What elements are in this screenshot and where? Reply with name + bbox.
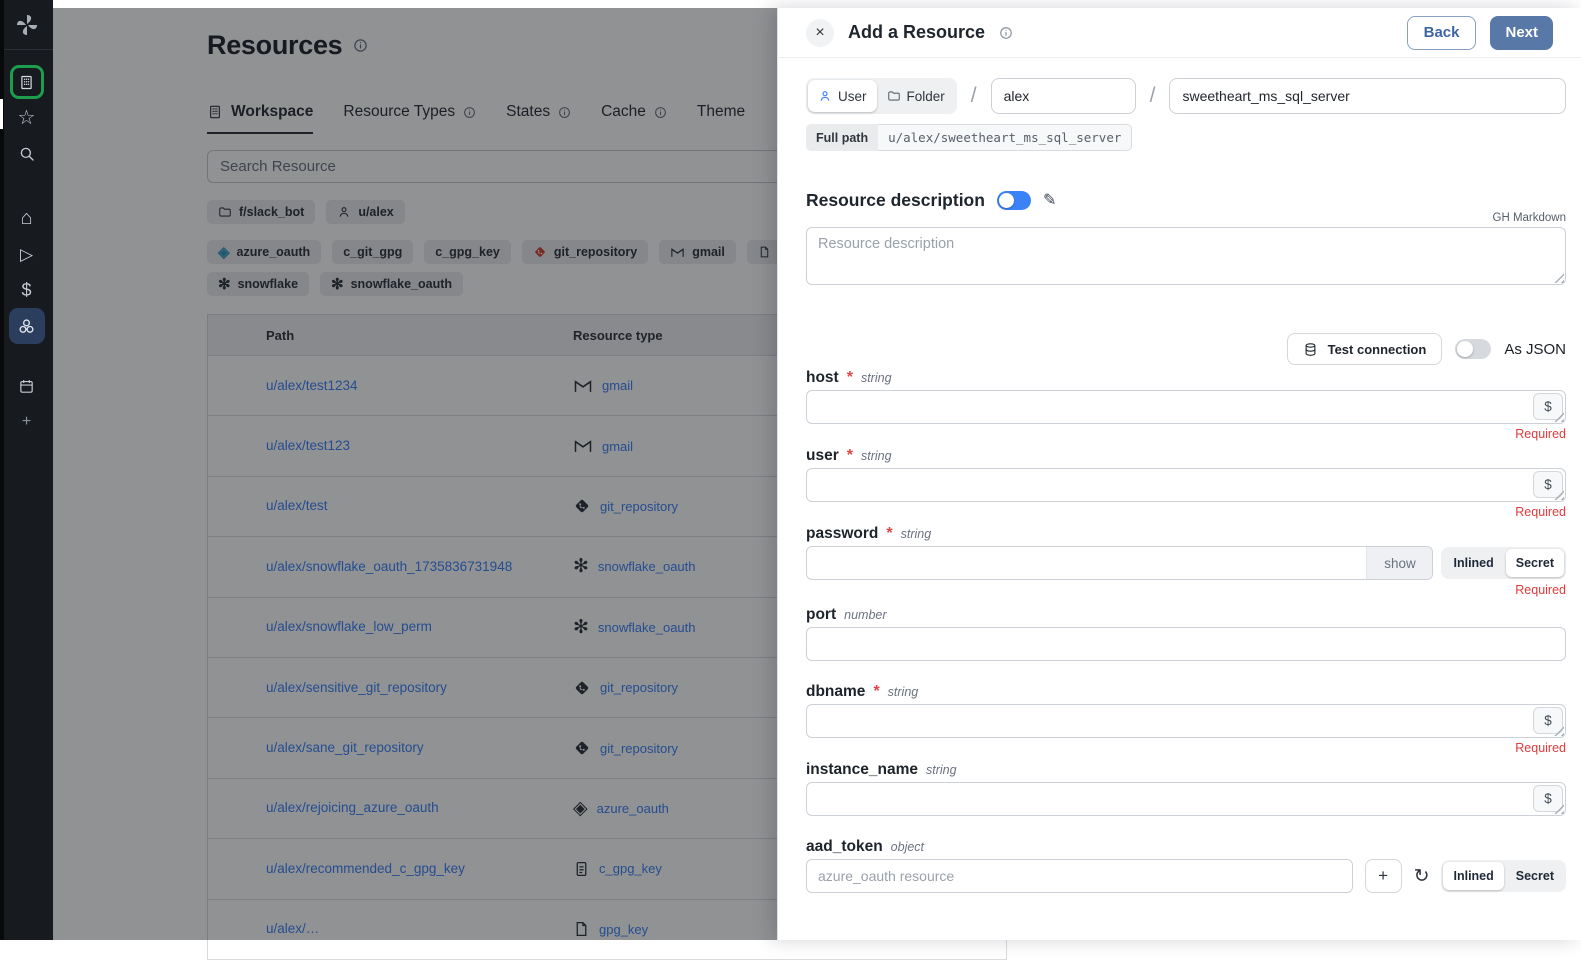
owner-kind-toggle: User Folder	[806, 78, 957, 114]
nav-home[interactable]: ⌂	[9, 200, 45, 236]
password-storage-toggle: Inlined Secret	[1441, 547, 1566, 579]
field-label-port: port number	[806, 606, 1553, 624]
required-hint: Required	[806, 427, 1566, 442]
inlined-option[interactable]: Inlined	[1443, 862, 1503, 890]
variable-picker-button[interactable]: $	[1533, 393, 1563, 420]
star-icon: ☆	[18, 108, 36, 128]
info-icon[interactable]	[999, 26, 1013, 40]
sidebar: ☆ ⌂ ▷ $ +	[0, 0, 53, 940]
field-label-host: host* string	[806, 369, 1553, 387]
dbname-input[interactable]	[806, 704, 1566, 738]
path-name-input[interactable]	[1169, 78, 1566, 114]
dollar-icon: $	[21, 281, 31, 299]
owner-kind-folder[interactable]: Folder	[877, 80, 955, 112]
host-input[interactable]	[806, 390, 1566, 424]
drawer-header: × Add a Resource Back Next	[778, 8, 1581, 58]
instance-name-input[interactable]	[806, 782, 1566, 816]
required-hint: Required	[806, 505, 1566, 520]
refresh-icon[interactable]: ↻	[1414, 865, 1430, 888]
add-resource-drawer: × Add a Resource Back Next User Folder /…	[777, 8, 1581, 940]
test-connection-button[interactable]: Test connection	[1287, 333, 1443, 365]
path-owner-input[interactable]	[991, 78, 1136, 114]
description-toggle[interactable]	[997, 191, 1031, 210]
markdown-hint: GH Markdown	[806, 212, 1566, 227]
folder-icon	[887, 89, 901, 103]
drawer-title: Add a Resource	[848, 22, 985, 43]
description-heading: Resource description	[806, 190, 985, 211]
required-hint: Required	[806, 741, 1566, 756]
aad-token-input[interactable]	[806, 859, 1353, 893]
back-button[interactable]: Back	[1407, 16, 1477, 50]
description-header: Resource description ✎	[806, 189, 1553, 211]
required-hint: Required	[806, 583, 1566, 598]
nav-resources[interactable]	[9, 308, 45, 344]
nav-add[interactable]: +	[9, 404, 45, 440]
search-icon	[18, 145, 36, 163]
inlined-option[interactable]: Inlined	[1443, 549, 1503, 577]
nav-search[interactable]	[9, 136, 45, 172]
field-label-dbname: dbname* string	[806, 683, 1553, 701]
full-path-value: u/alex/sweetheart_ms_sql_server	[878, 124, 1132, 151]
pencil-icon[interactable]: ✎	[1043, 190, 1056, 210]
nav-schedules[interactable]	[9, 368, 45, 404]
aad-token-storage-toggle: Inlined Secret	[1441, 860, 1566, 892]
close-button[interactable]: ×	[806, 19, 834, 47]
play-icon: ▷	[20, 246, 33, 263]
field-label-aad-token: aad_token object	[806, 838, 1553, 856]
show-password-button[interactable]: show	[1366, 547, 1432, 579]
secret-option[interactable]: Secret	[1506, 549, 1564, 577]
description-textarea[interactable]	[806, 227, 1566, 285]
field-label-instance-name: instance_name string	[806, 761, 1553, 779]
field-label-password: password* string	[806, 525, 1553, 543]
nav-workspace[interactable]	[9, 64, 45, 100]
add-resource-button[interactable]: +	[1365, 859, 1402, 893]
user-input[interactable]	[806, 468, 1566, 502]
modal-dim-overlay[interactable]	[53, 8, 777, 940]
calendar-icon	[18, 378, 35, 395]
test-connection-row: Test connection As JSON	[806, 333, 1566, 365]
windmill-logo[interactable]	[0, 0, 53, 50]
as-json-toggle[interactable]	[1455, 339, 1491, 359]
nav-runs[interactable]: ▷	[9, 236, 45, 272]
user-icon	[818, 89, 832, 103]
as-json-label: As JSON	[1504, 341, 1566, 358]
next-button[interactable]: Next	[1490, 16, 1553, 50]
plus-icon: +	[22, 414, 31, 430]
full-path: Full path u/alex/sweetheart_ms_sql_serve…	[806, 124, 1132, 151]
close-icon: ×	[815, 24, 824, 42]
variable-picker-button[interactable]: $	[1533, 707, 1563, 734]
port-input[interactable]	[806, 627, 1566, 661]
drawer-edge-notch	[0, 99, 3, 129]
path-builder: User Folder / /	[806, 78, 1566, 114]
home-icon: ⌂	[20, 208, 32, 228]
nav-variables[interactable]: $	[9, 272, 45, 308]
path-separator: /	[971, 84, 977, 108]
nav-favorites[interactable]: ☆	[9, 100, 45, 136]
field-label-user: user* string	[806, 447, 1553, 465]
resources-icon	[9, 308, 45, 344]
building-icon	[10, 65, 44, 99]
database-icon	[1303, 342, 1318, 357]
windmill-logo-icon	[15, 13, 39, 37]
variable-picker-button[interactable]: $	[1533, 785, 1563, 812]
full-path-label: Full path	[806, 124, 878, 151]
password-input[interactable]	[806, 546, 1433, 580]
owner-kind-user[interactable]: User	[808, 80, 877, 112]
secret-option[interactable]: Secret	[1506, 862, 1564, 890]
path-separator: /	[1150, 84, 1156, 108]
variable-picker-button[interactable]: $	[1533, 471, 1563, 498]
